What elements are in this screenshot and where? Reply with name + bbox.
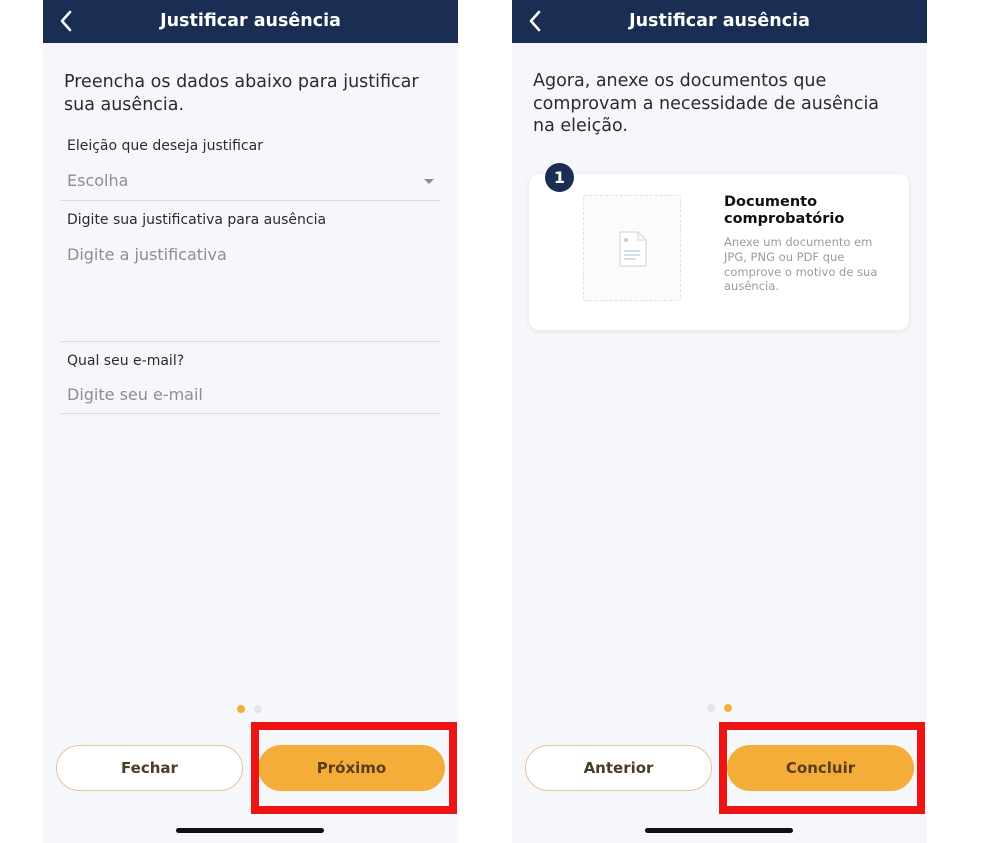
justify-absence-screen-step-2: Justificar ausência Agora, anexe os docu…	[512, 0, 927, 843]
step-dot-1	[237, 705, 245, 713]
document-card: Documento comprobatório Anexe um documen…	[529, 174, 909, 330]
document-icon	[619, 231, 647, 267]
intro-text: Preencha os dados abaixo para justificar…	[64, 72, 419, 115]
document-title: Documento comprobatório	[724, 194, 845, 227]
step-dot-2	[254, 705, 262, 713]
reason-label: Digite sua justificativa para ausência	[67, 212, 327, 228]
page-title: Justificar ausência	[160, 11, 341, 31]
step-dot-1	[707, 704, 715, 712]
document-description: Anexe um documento em JPG, PNG ou PDF qu…	[724, 235, 878, 294]
reason-placeholder: Digite a justificativa	[67, 245, 227, 264]
justify-absence-screen-step-1: Justificar ausência Preencha os dados ab…	[43, 0, 458, 843]
home-indicator	[645, 828, 793, 833]
previous-button[interactable]: Anterior	[525, 745, 712, 791]
reason-textarea[interactable]: Digite a justificativa	[60, 236, 440, 342]
document-upload-area[interactable]	[583, 195, 681, 301]
highlight-next-button	[251, 722, 457, 814]
step-indicator	[237, 705, 262, 713]
email-label: Qual seu e-mail?	[67, 353, 185, 369]
document-number-badge: 1	[545, 163, 574, 192]
intro-text: Agora, anexe os documentos que comprovam…	[533, 71, 880, 136]
election-select[interactable]: Escolha	[60, 163, 440, 201]
header-bar: Justificar ausência	[512, 0, 927, 43]
highlight-finish-button	[719, 722, 925, 814]
email-placeholder: Digite seu e-mail	[67, 385, 203, 404]
step-indicator	[707, 704, 732, 712]
election-select-value: Escolha	[67, 171, 129, 190]
home-indicator	[176, 828, 324, 833]
header-bar: Justificar ausência	[43, 0, 458, 43]
election-label: Eleição que deseja justificar	[67, 138, 263, 154]
close-button[interactable]: Fechar	[56, 745, 243, 791]
email-field[interactable]: Digite seu e-mail	[60, 377, 440, 414]
page-title: Justificar ausência	[629, 11, 810, 31]
caret-down-icon	[424, 179, 434, 184]
step-dot-2	[724, 704, 732, 712]
